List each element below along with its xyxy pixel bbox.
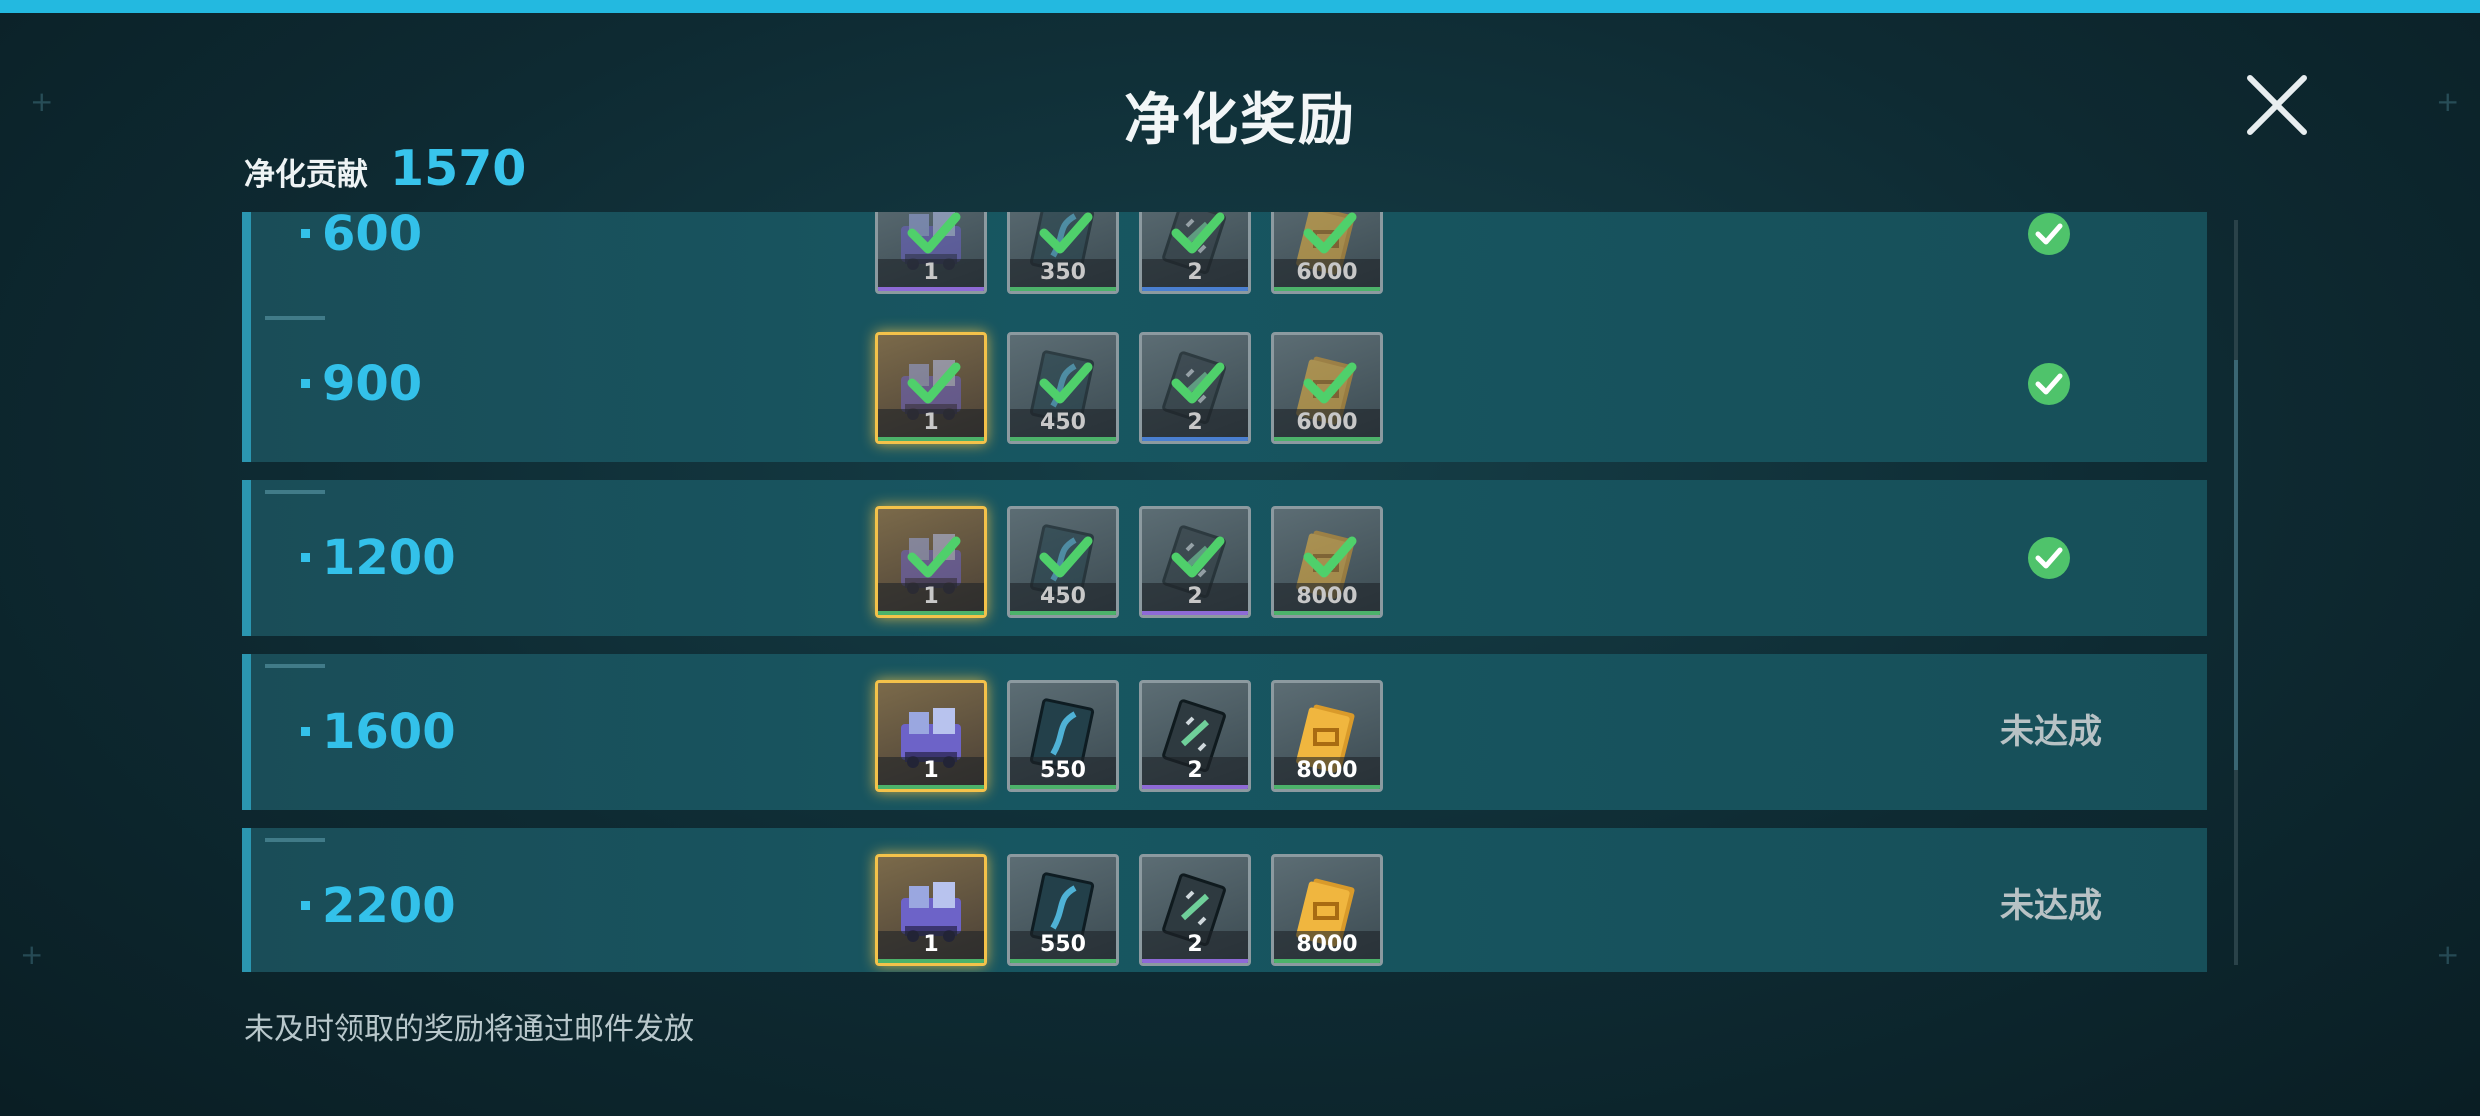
claimed-check-icon [2028,363,2070,405]
reward-item[interactable]: 8000 [1271,680,1383,792]
reward-tier-row: 2200 1 550 2 8000 未达成 [242,828,2207,972]
contribution-label: 净化贡献 [244,157,368,193]
reward-item-count: 1 [878,583,984,615]
reward-item[interactable]: 1 [875,332,987,444]
reward-tier-list[interactable]: 600 1 350 2 6000 900 1 450 2 6000 1200 1 450 2 8000 160… [242,212,2207,972]
reward-item-count: 350 [1010,259,1116,291]
checkmark-icon [907,362,961,404]
contribution-value: 1570 [390,140,527,197]
reward-item-count: 2 [1142,259,1248,291]
reward-item[interactable]: 350 [1007,212,1119,294]
tier-threshold-value: 900 [322,356,423,412]
reward-item[interactable]: 450 [1007,506,1119,618]
reward-item[interactable]: 550 [1007,854,1119,966]
reward-item[interactable]: 1 [875,506,987,618]
checkmark-icon [1171,536,1225,578]
reward-item[interactable]: 2 [1139,854,1251,966]
tier-threshold-value: 600 [322,212,423,262]
reward-item-count: 550 [1010,757,1116,789]
reward-item-count: 8000 [1274,757,1380,789]
reward-item-count: 8000 [1274,583,1380,615]
reward-item[interactable]: 8000 [1271,854,1383,966]
reward-item-count: 6000 [1274,259,1380,291]
reward-item-count: 450 [1010,409,1116,441]
checkmark-icon [907,536,961,578]
bullet-icon [301,378,310,388]
reward-tier-row: 600 1 350 2 6000 [242,212,2207,312]
checkmark-icon [1039,536,1093,578]
reward-item-count: 2 [1142,931,1248,963]
reward-item[interactable]: 1 [875,212,987,294]
reward-item-count: 450 [1010,583,1116,615]
reward-item-count: 2 [1142,583,1248,615]
reward-item-count: 2 [1142,757,1248,789]
checkmark-icon [1039,212,1093,254]
claimed-check-icon [2028,537,2070,579]
reward-item[interactable]: 6000 [1271,212,1383,294]
background-decoration: + [2436,938,2460,971]
bullet-icon [301,726,310,736]
reward-item-count: 1 [878,757,984,789]
reward-tier-row: 1600 1 550 2 8000 未达成 [242,654,2207,810]
reward-item-count: 1 [878,931,984,963]
tier-threshold-value: 1600 [322,704,456,760]
tier-status-text: 未达成 [2000,712,2102,752]
tier-threshold: 1600 [301,654,456,810]
checkmark-icon [1303,536,1357,578]
tier-threshold-value: 2200 [322,878,456,934]
reward-item-count: 1 [878,259,984,291]
reward-item[interactable]: 6000 [1271,332,1383,444]
reward-item[interactable]: 1 [875,680,987,792]
checkmark-icon [1171,362,1225,404]
reward-item-count: 550 [1010,931,1116,963]
reward-item-count: 1 [878,409,984,441]
bullet-icon [301,552,310,562]
reward-item[interactable]: 2 [1139,506,1251,618]
checkmark-icon [907,212,961,254]
reward-item-count: 8000 [1274,931,1380,963]
background-decoration: + [20,938,44,971]
reward-item[interactable]: 2 [1139,332,1251,444]
tier-threshold-value: 1200 [322,530,456,586]
reward-item[interactable]: 1 [875,854,987,966]
checkmark-icon [1303,362,1357,404]
bullet-icon [301,900,310,910]
bullet-icon [301,228,310,238]
tier-threshold: 1200 [301,480,456,636]
tier-threshold: 600 [301,212,422,312]
reward-item[interactable]: 550 [1007,680,1119,792]
reward-item[interactable]: 450 [1007,332,1119,444]
tier-threshold: 2200 [301,828,456,972]
checkmark-icon [1039,362,1093,404]
claimed-check-icon [2028,213,2070,255]
close-icon[interactable] [2242,70,2312,140]
reward-item-count: 2 [1142,409,1248,441]
reward-item[interactable]: 2 [1139,680,1251,792]
reward-tier-row: 900 1 450 2 6000 [242,306,2207,462]
checkmark-icon [1303,212,1357,254]
checkmark-icon [1171,212,1225,254]
mail-notice: 未及时领取的奖励将通过邮件发放 [244,1012,694,1047]
reward-item[interactable]: 2 [1139,212,1251,294]
reward-item[interactable]: 8000 [1271,506,1383,618]
tier-threshold: 900 [301,306,422,462]
contribution-display: 净化贡献 1570 [244,140,526,197]
reward-item-count: 6000 [1274,409,1380,441]
top-accent-bar [0,0,2480,13]
reward-tier-row: 1200 1 450 2 8000 [242,480,2207,636]
scrollbar-thumb[interactable] [2234,360,2238,770]
tier-status-text: 未达成 [2000,886,2102,926]
